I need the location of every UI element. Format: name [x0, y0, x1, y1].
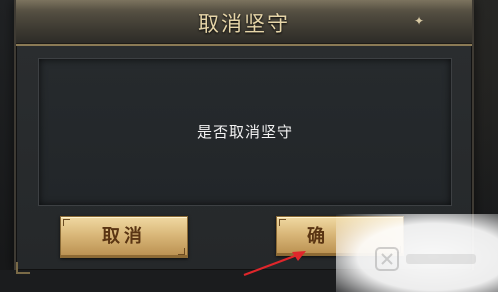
cancel-button-label: 取消: [102, 226, 146, 247]
close-icon[interactable]: ✦: [412, 14, 426, 28]
dialog-content-panel: 是否取消坚守: [38, 58, 452, 206]
frame-corner-ornament: [16, 262, 30, 274]
button-corner-ornament: [394, 246, 401, 253]
button-corner-ornament: [63, 219, 70, 226]
confirm-button[interactable]: 确: [276, 216, 404, 256]
game-scene: 取消坚守 ✦ 是否取消坚守 取消 确: [0, 0, 498, 292]
confirm-button-label: 确: [307, 226, 329, 247]
dialog-title-bar: 取消坚守 ✦: [16, 0, 472, 46]
dialog-title: 取消坚守: [198, 12, 290, 36]
bottom-strip: [0, 270, 498, 292]
button-corner-ornament: [279, 219, 286, 226]
dialog-message: 是否取消坚守: [196, 123, 293, 141]
button-corner-ornament: [178, 248, 185, 255]
cancel-button[interactable]: 取消: [60, 216, 188, 258]
